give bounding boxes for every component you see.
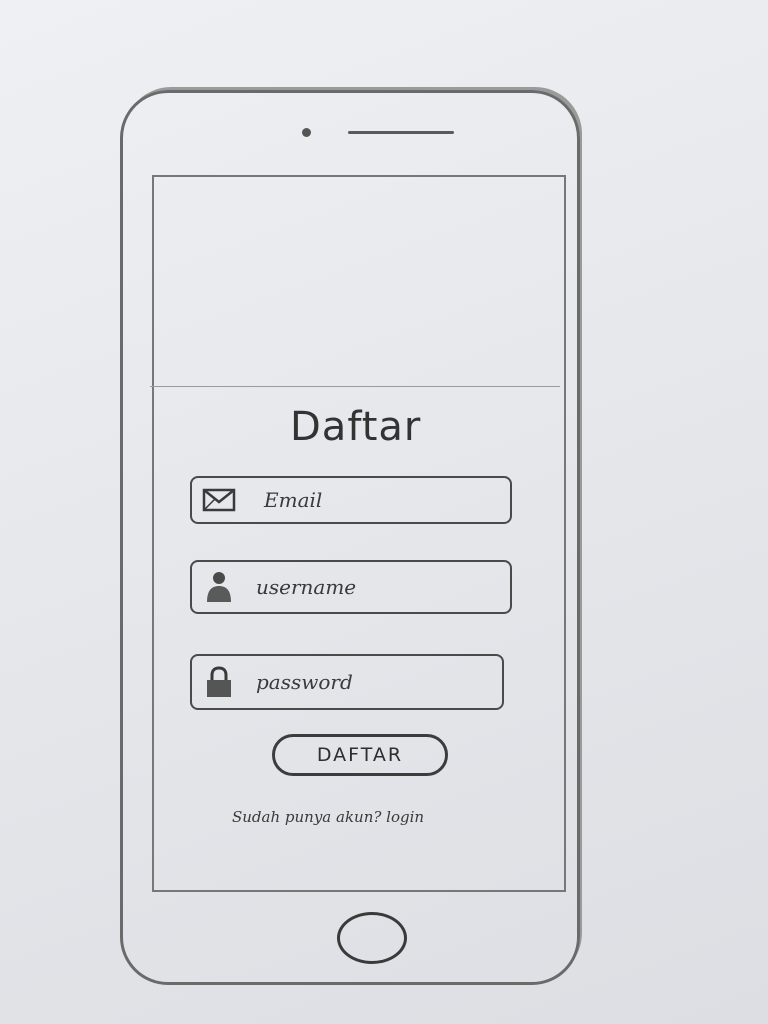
register-button[interactable]: DAFTAR — [272, 734, 448, 776]
header-divider — [150, 386, 560, 387]
front-camera — [302, 128, 311, 137]
phone-screen — [152, 175, 566, 892]
user-icon — [202, 572, 236, 602]
lock-icon — [202, 666, 236, 697]
password-field[interactable]: password — [190, 654, 504, 710]
login-link[interactable]: Sudah punya akun? login — [232, 808, 522, 826]
email-field[interactable]: Email — [190, 476, 512, 524]
home-button[interactable] — [337, 912, 407, 964]
earpiece-speaker — [348, 131, 454, 134]
envelope-icon — [202, 485, 236, 515]
page-title: Daftar — [290, 404, 422, 450]
password-placeholder: password — [256, 670, 353, 694]
username-placeholder: username — [256, 575, 357, 599]
username-field[interactable]: username — [190, 560, 512, 614]
email-placeholder: Email — [264, 488, 323, 512]
